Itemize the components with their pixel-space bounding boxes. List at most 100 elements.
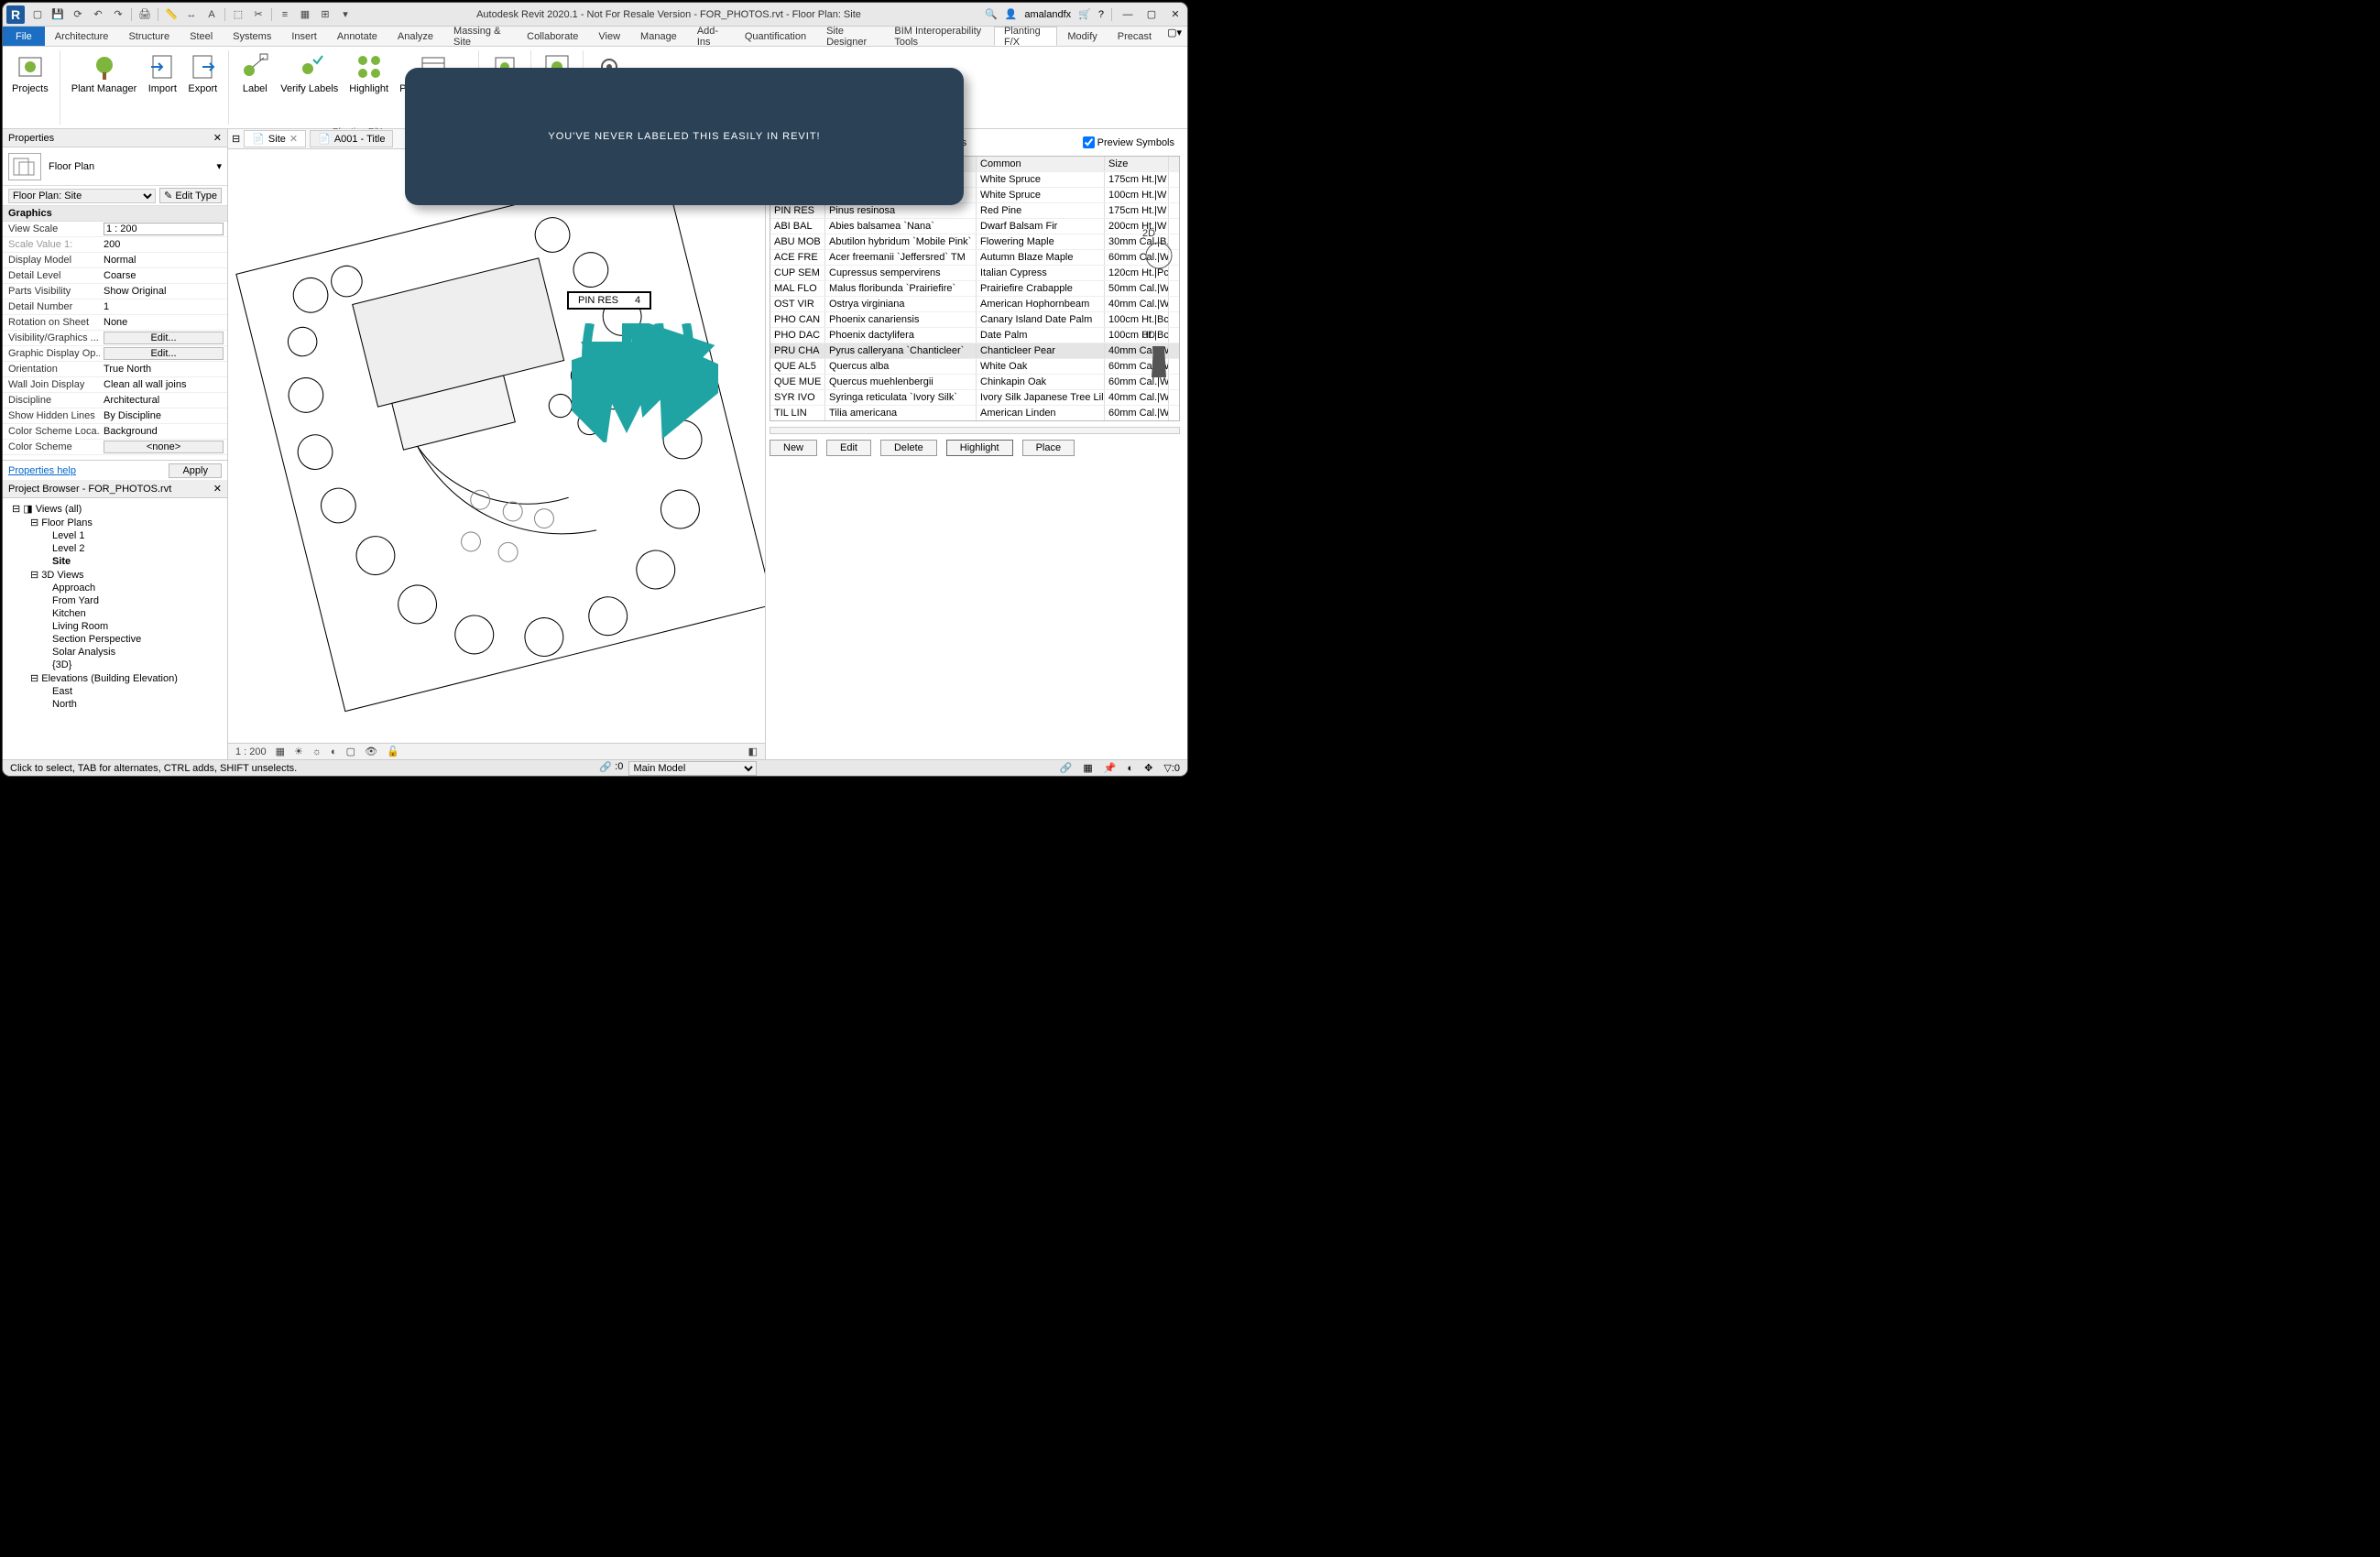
property-row[interactable]: Visibility/Graphics ...Edit... [3, 331, 227, 346]
detail-icon[interactable]: ▦ [276, 746, 285, 757]
table-row[interactable]: TIL LINTilia americanaAmerican Linden60m… [770, 405, 1179, 420]
3d-icon[interactable]: ⬚ [231, 7, 246, 22]
projects-button[interactable]: Projects [8, 50, 52, 96]
verify-labels-button[interactable]: Verify Labels [277, 50, 342, 96]
cart-icon[interactable]: 🛒 [1078, 8, 1091, 20]
property-row[interactable]: DisciplineArchitectural [3, 393, 227, 408]
tree-item[interactable]: Level 1 [6, 529, 224, 542]
close-button[interactable]: ✕ [1167, 7, 1184, 22]
hide-icon[interactable]: 👁 [365, 746, 377, 757]
section-icon[interactable]: ✂ [251, 7, 266, 22]
crop-icon[interactable]: ▢ [346, 746, 355, 757]
undo-icon[interactable]: ↶ [91, 7, 105, 22]
table-row[interactable]: MAL FLOMalus floribunda `Prairiefire`Pra… [770, 280, 1179, 296]
sun-icon[interactable]: ☼ [312, 746, 322, 757]
tab-view[interactable]: View [588, 27, 630, 46]
tab-modify[interactable]: Modify [1057, 27, 1107, 46]
type-selector[interactable]: Floor Plan ▾ [3, 147, 227, 186]
property-row[interactable]: OrientationTrue North [3, 362, 227, 377]
user-name[interactable]: amalandfx [1024, 9, 1071, 20]
views-icon[interactable]: ⊟ [232, 133, 240, 145]
tree-item[interactable]: Kitchen [6, 607, 224, 620]
tree-item[interactable]: Solar Analysis [6, 646, 224, 659]
select-links-icon[interactable]: 🔗 [1060, 762, 1073, 774]
tree-item[interactable]: Living Room [6, 620, 224, 633]
tab-planting-fx[interactable]: Planting F/X [994, 27, 1057, 46]
table-row[interactable]: PHO DACPhoenix dactyliferaDate Palm100cm… [770, 327, 1179, 343]
tree-item[interactable]: Site [6, 555, 224, 568]
nav-icon[interactable]: ◧ [748, 746, 758, 757]
tab-structure[interactable]: Structure [118, 27, 180, 46]
measure-icon[interactable]: 📏 [164, 7, 179, 22]
search-icon[interactable]: 🔍 [985, 8, 998, 20]
property-row[interactable]: Color Scheme Loca...Background [3, 424, 227, 440]
tab-addins[interactable]: Add-Ins [687, 27, 735, 46]
export-button[interactable]: Export [184, 50, 221, 96]
property-row[interactable]: Rotation on SheetNone [3, 315, 227, 331]
tab-steel[interactable]: Steel [180, 27, 223, 46]
preview-symbols-checkbox[interactable]: Preview Symbols [1083, 136, 1174, 148]
minimize-button[interactable]: — [1119, 7, 1136, 22]
reveal-icon[interactable]: 🔓 [387, 746, 399, 757]
select-underlay-icon[interactable]: ▦ [1083, 762, 1092, 774]
visual-style-icon[interactable]: ☀ [294, 746, 303, 757]
instance-select[interactable]: Floor Plan: Site [8, 189, 156, 203]
table-row[interactable]: PHO CANPhoenix canariensisCanary Island … [770, 311, 1179, 327]
view-tab-a001[interactable]: 📄A001 - Title [310, 130, 393, 147]
edit-type-button[interactable]: ✎ Edit Type [159, 188, 222, 203]
tab-insert[interactable]: Insert [281, 27, 327, 46]
property-row[interactable]: Display ModelNormal [3, 253, 227, 268]
tree-item[interactable]: Approach [6, 582, 224, 594]
highlight-button[interactable]: Highlight [946, 440, 1013, 456]
property-row[interactable]: Wall Join DisplayClean all wall joins [3, 377, 227, 393]
print-icon[interactable]: 🖨 [137, 7, 152, 22]
preview-2d[interactable]: 2D [1142, 228, 1175, 275]
open-icon[interactable]: ▢ [30, 7, 45, 22]
table-row[interactable]: CUP SEMCupressus sempervirensItalian Cyp… [770, 265, 1179, 280]
drag-icon[interactable]: ✥ [1144, 762, 1152, 774]
tab-annotate[interactable]: Annotate [327, 27, 388, 46]
place-button[interactable]: Place [1022, 440, 1075, 456]
edit-button[interactable]: Edit [826, 440, 871, 456]
table-row[interactable]: QUE AL5Quercus albaWhite Oak60mm Cal.|W [770, 358, 1179, 374]
tab-manage[interactable]: Manage [630, 27, 687, 46]
tab-collaborate[interactable]: Collaborate [517, 27, 588, 46]
table-row[interactable]: ACE FREAcer freemanii `Jeffersred` TMAut… [770, 249, 1179, 265]
property-row[interactable]: Show Hidden LinesBy Discipline [3, 408, 227, 424]
table-row[interactable]: SYR IVOSyringa reticulata `Ivory Silk`Iv… [770, 389, 1179, 405]
tree-item[interactable]: From Yard [6, 594, 224, 607]
tree-item[interactable]: North [6, 698, 224, 711]
properties-help-link[interactable]: Properties help [8, 465, 76, 476]
property-row[interactable]: Detail LevelCoarse [3, 268, 227, 284]
table-row[interactable]: QUE MUEQuercus muehlenbergiiChinkapin Oa… [770, 374, 1179, 389]
file-tab[interactable]: File [3, 27, 45, 46]
table-row[interactable]: OST VIROstrya virginianaAmerican Hophorn… [770, 296, 1179, 311]
property-row[interactable]: Detail Number1 [3, 299, 227, 315]
sync-icon[interactable]: ⟳ [71, 7, 85, 22]
preview-3d[interactable]: 3D [1142, 330, 1175, 387]
shadow-icon[interactable]: ◐ [331, 746, 337, 757]
property-row[interactable]: Parts VisibilityShow Original [3, 284, 227, 299]
tab-precast[interactable]: Precast [1108, 27, 1162, 46]
table-row[interactable]: PRU CHAPyrus calleryana `Chanticleer`Cha… [770, 343, 1179, 358]
label-button[interactable]: Label [236, 50, 273, 96]
table-row[interactable]: ABI BALAbies balsamea `Nana`Dwarf Balsam… [770, 218, 1179, 234]
worksets-icon[interactable]: 🔗 [599, 761, 612, 776]
tab-site-designer[interactable]: Site Designer [816, 27, 884, 46]
properties-close-icon[interactable]: ✕ [213, 132, 222, 144]
view-tab-site[interactable]: 📄Site✕ [244, 130, 306, 147]
property-row[interactable]: View Scale [3, 222, 227, 237]
plant-manager-button[interactable]: Plant Manager [68, 50, 141, 96]
ribbon-collapse-icon[interactable]: ▢▾ [1162, 27, 1187, 46]
property-row[interactable]: Scale Value 1:200 [3, 237, 227, 253]
delete-button[interactable]: Delete [880, 440, 937, 456]
align-icon[interactable]: ↔ [184, 7, 199, 22]
select-pinned-icon[interactable]: 📌 [1104, 762, 1117, 774]
drawing-canvas[interactable]: PIN RES 4 [228, 149, 765, 743]
close-hidden-icon[interactable]: ▦ [298, 7, 312, 22]
property-row[interactable]: Color Scheme<none> [3, 440, 227, 455]
apply-button[interactable]: Apply [169, 463, 222, 478]
select-face-icon[interactable]: ◐ [1127, 763, 1133, 774]
property-row[interactable]: Graphic Display Op...Edit... [3, 346, 227, 362]
col-size[interactable]: Size [1105, 157, 1169, 171]
